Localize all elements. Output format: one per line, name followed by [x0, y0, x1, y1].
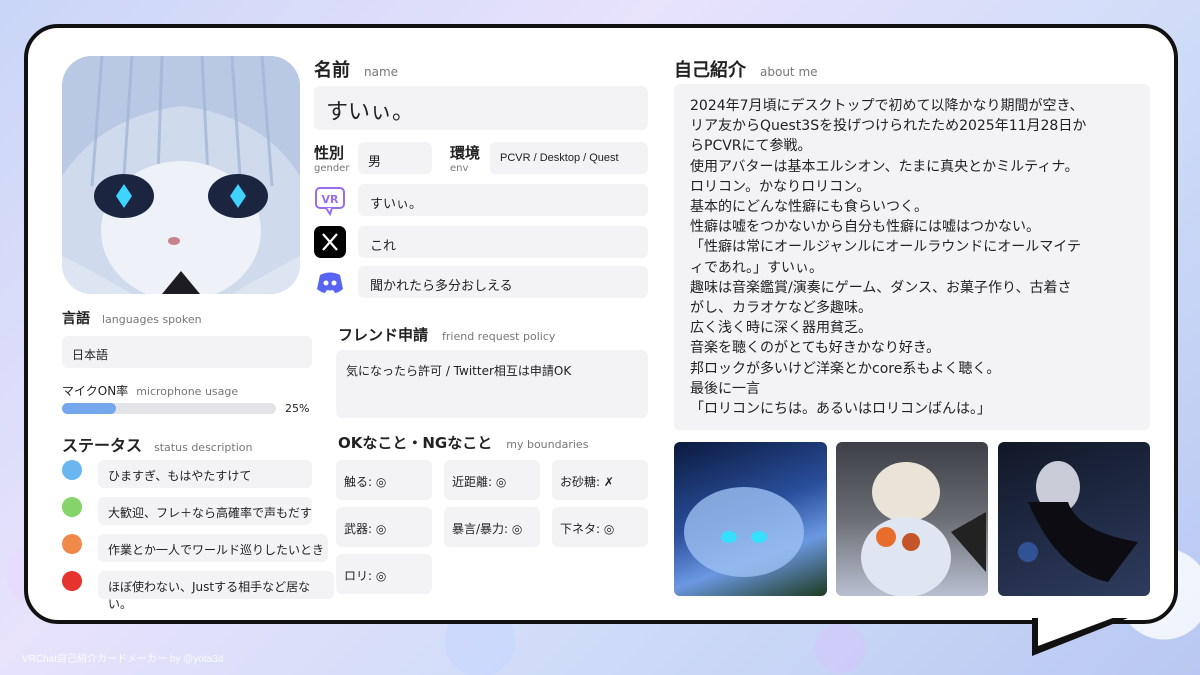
about-box: 2024年7月頃にデスクトップで初めて以降かなり期間が空き、 リア友からQuest… — [674, 84, 1150, 430]
languages-label: 言語 — [62, 311, 90, 327]
gallery-photo-1 — [674, 442, 827, 596]
about-label: 自己紹介 — [674, 60, 746, 81]
mic-label-en: microphone usage — [136, 385, 239, 398]
gender-box: 男 — [358, 142, 432, 174]
about-line: がし、カラオケなど多趣味。 — [690, 300, 872, 317]
status-item: ほぼ使わない、Justする相手など居ない。 — [98, 571, 334, 611]
boundary-item: 近距離: ◎ — [444, 460, 540, 500]
env-box: PCVR / Desktop / Quest — [490, 142, 648, 174]
about-line: 広く浅く時に深く器用貧乏。 — [690, 320, 872, 337]
env-label: 環境 — [450, 144, 481, 162]
gender-label-en: gender — [314, 163, 350, 174]
gender-heading: 性別 gender — [314, 142, 349, 174]
status-item: 作業とか一人でワールド巡りしたいとき — [98, 534, 328, 562]
languages-label-en: languages spoken — [102, 313, 202, 326]
status-label-en: status description — [154, 441, 253, 454]
env-value: PCVR / Desktop / Quest — [500, 152, 619, 164]
about-line: 基本的にどんな性癖にも食らいつく。 — [690, 199, 928, 216]
status-item: ひますぎ、もはやたすけて — [98, 460, 312, 488]
status-dot-red — [62, 571, 82, 591]
status-heading: ステータス status description — [62, 432, 252, 456]
x-icon — [314, 226, 346, 258]
boundary-item: 暴言/暴力: ◎ — [444, 507, 540, 547]
vrchat-value: すいぃ。 — [370, 197, 423, 212]
boundary-item: ロリ: ◎ — [336, 554, 432, 594]
name-label-en: name — [364, 65, 399, 79]
about-line: 「性癖は常にオールジャンルにオールラウンドにオールマイテ — [690, 239, 1082, 256]
footer-credit: VRChat自己紹介カードメーカー by @yota3d — [22, 654, 224, 665]
vrchat-box: すいぃ。 — [358, 184, 648, 216]
vrchat-icon: VR — [314, 184, 346, 217]
svg-text:VR: VR — [322, 193, 340, 206]
avatar-image — [62, 56, 300, 294]
about-line: 最後に一言 — [690, 380, 760, 397]
gallery-photo-3 — [998, 442, 1150, 596]
about-line: 趣味は音楽鑑賞/演奏にゲーム、ダンス、お菓子作り、古着さ — [690, 279, 1072, 296]
friend-value: 気になったら許可 / Twitter相互は申請OK — [346, 364, 572, 378]
about-line: 音楽を聴くのがとても好きかなり好き。 — [690, 340, 941, 357]
mic-percent: 25% — [285, 402, 310, 415]
name-heading: 名前 name — [314, 56, 398, 82]
status-dot-orange — [62, 534, 82, 554]
about-line: 使用アバターは基本エルシオン、たまに真央とかミルティナ。 — [690, 158, 1079, 175]
boundaries-label: OKなこと・NGなこと — [338, 434, 493, 452]
languages-value: 日本語 — [72, 348, 109, 362]
mic-label: マイクON率 — [62, 384, 129, 398]
about-heading: 自己紹介 about me — [674, 56, 818, 82]
discord-value: 聞かれたら多分おしえる — [370, 279, 513, 294]
discord-icon — [314, 266, 346, 298]
name-box: すいぃ。 — [314, 86, 648, 130]
x-value: これ — [370, 239, 397, 254]
friend-label: フレンド申請 — [338, 326, 429, 344]
friend-label-en: friend request policy — [442, 330, 556, 343]
status-dot-green — [62, 497, 82, 517]
boundaries-heading: OKなこと・NGなこと my boundaries — [338, 432, 588, 453]
mic-progress-fill — [62, 403, 116, 414]
name-value: すいぃ。 — [326, 100, 415, 125]
gender-label: 性別 — [314, 144, 345, 162]
gender-value: 男 — [368, 155, 382, 170]
about-text: 2024年7月頃にデスクトップで初めて以降かなり期間が空き、 リア友からQuest… — [690, 96, 1086, 419]
env-label-en: env — [450, 163, 469, 174]
friend-heading: フレンド申請 friend request policy — [338, 324, 555, 345]
boundary-item: 武器: ◎ — [336, 507, 432, 547]
name-label: 名前 — [314, 60, 350, 81]
status-label: ステータス — [62, 436, 143, 455]
about-label-en: about me — [760, 65, 818, 79]
languages-heading: 言語 languages spoken — [62, 308, 202, 328]
x-box: これ — [358, 226, 648, 258]
about-line: 2024年7月頃にデスクトップで初めて以降かなり期間が空き、 — [690, 98, 1084, 114]
boundaries-label-en: my boundaries — [506, 438, 589, 451]
about-line: ィであれ。」すいぃ。 — [690, 259, 823, 276]
boundary-item: 下ネタ: ◎ — [552, 507, 648, 547]
gallery-photo-2 — [836, 442, 988, 596]
about-line: 邦ロックが多いけど洋楽とかcore系もよく聴く。 — [690, 360, 1001, 377]
status-item: 大歓迎、フレ＋なら高確率で声もだす — [98, 497, 312, 525]
discord-box: 聞かれたら多分おしえる — [358, 266, 648, 298]
friend-box: 気になったら許可 / Twitter相互は申請OK — [336, 350, 648, 418]
about-line: 性癖は嘘をつかないから自分も性癖には嘘はつかない。 — [690, 219, 1040, 236]
about-line: らPCVRにて参戦。 — [690, 138, 812, 155]
env-heading: 環境 env — [450, 142, 480, 174]
boundary-item: お砂糖: ✗ — [552, 460, 648, 500]
status-dot-blue — [62, 460, 82, 480]
mic-progress-track — [62, 403, 276, 414]
about-line: リア友からQuest3Sを投げつけられたため2025年11月28日か — [690, 118, 1087, 135]
languages-box: 日本語 — [62, 336, 312, 368]
about-line: ロリコン。かなりロリコン。 — [690, 178, 871, 195]
mic-heading: マイクON率 microphone usage — [62, 380, 238, 399]
boundary-item: 触る: ◎ — [336, 460, 432, 500]
about-line: 「ロリコンにちは。あるいはロリコンばんは。」 — [690, 401, 991, 418]
